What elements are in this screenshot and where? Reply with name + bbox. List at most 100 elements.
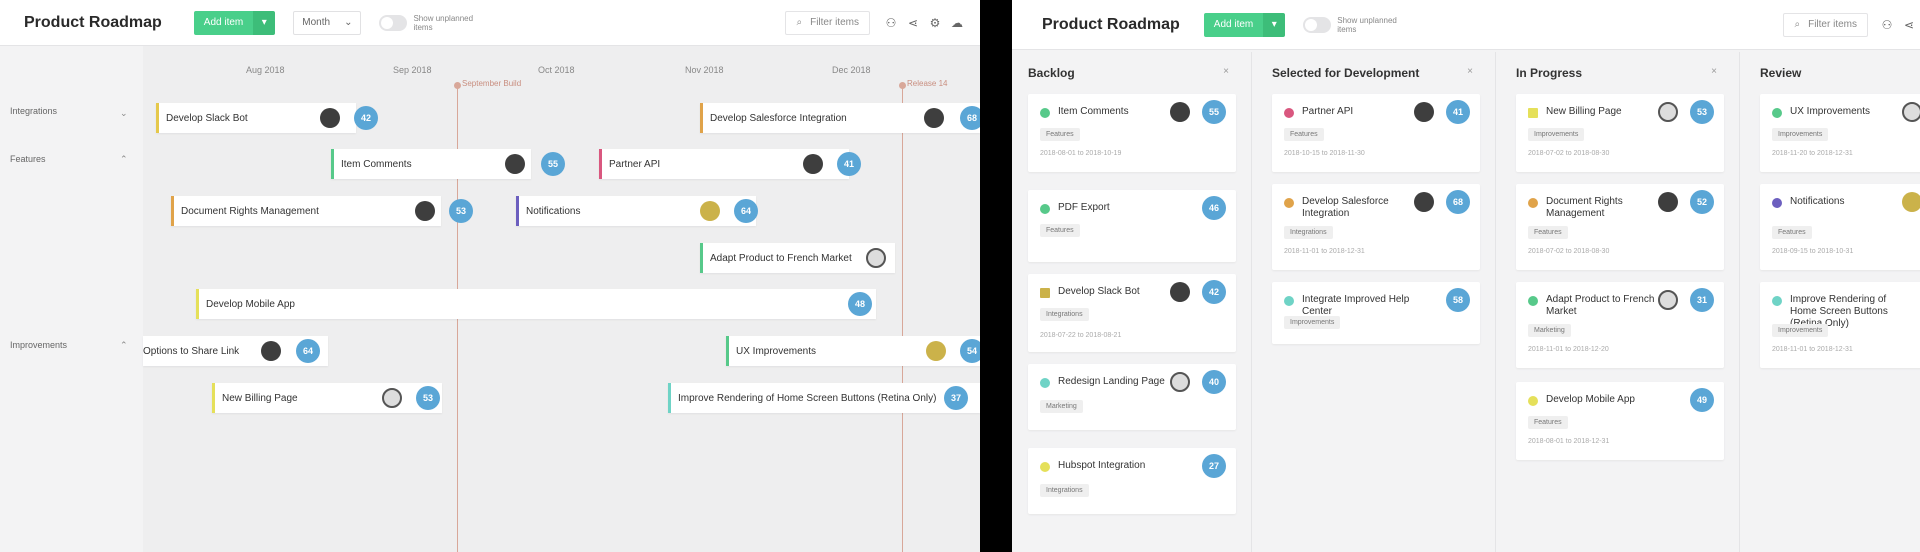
- timeline-card[interactable]: New Billing Page 53: [212, 383, 442, 413]
- board-card[interactable]: Notifications 64 Features 2018-09-15 to …: [1760, 184, 1920, 270]
- column-title: In Progress: [1516, 66, 1583, 80]
- board-card[interactable]: New Billing Page 53 Improvements 2018-07…: [1516, 94, 1724, 172]
- filter-input[interactable]: ⌕ Filter items: [785, 10, 870, 35]
- board-column-selected: Selected for Development × Partner API 4…: [1256, 52, 1496, 552]
- add-item-button[interactable]: Add item ▾: [1203, 12, 1286, 37]
- users-icon[interactable]: ⚇: [1876, 14, 1898, 36]
- item-number-badge: 55: [1202, 100, 1226, 124]
- board-toolbar: Product Roadmap Add item ▾ Show unplanne…: [1012, 0, 1920, 50]
- view-select[interactable]: Month ⌄: [293, 10, 362, 35]
- chevron-down-icon[interactable]: ⌄: [120, 108, 128, 119]
- share-icon[interactable]: ⋖: [1898, 14, 1920, 36]
- timeline-card[interactable]: Options to Share Link 64: [143, 336, 328, 366]
- card-title: Improve Rendering of Home Screen Buttons…: [678, 392, 937, 404]
- month-label: Oct 2018: [538, 65, 575, 75]
- board-card[interactable]: Partner API 41 Features 2018-10-15 to 20…: [1272, 94, 1480, 172]
- card-color-stripe: [700, 243, 703, 273]
- item-number-badge: 55: [541, 152, 565, 176]
- avatar: [700, 201, 720, 221]
- timeline-card[interactable]: Develop Slack Bot 42: [156, 103, 378, 133]
- card-tag: Improvements: [1528, 128, 1585, 141]
- board-card[interactable]: Document Rights Management 52 Features 2…: [1516, 184, 1724, 270]
- settings-icon[interactable]: ⚙: [924, 12, 946, 34]
- timeline-card[interactable]: Develop Salesforce Integration 68: [700, 103, 980, 133]
- card-color-dot: [1040, 108, 1050, 118]
- chevron-down-icon[interactable]: ▾: [253, 10, 276, 35]
- app-title: Product Roadmap: [1042, 15, 1180, 33]
- card-tag: Features: [1284, 128, 1324, 141]
- card-dates: 2018-08-01 to 2018-12-31: [1528, 438, 1610, 445]
- card-tag: Integrations: [1284, 226, 1333, 239]
- card-title: PDF Export: [1058, 202, 1110, 213]
- toggle-switch[interactable]: [379, 14, 408, 31]
- toggle-switch[interactable]: [1303, 16, 1332, 33]
- item-number-badge: 49: [1690, 388, 1714, 412]
- board-card[interactable]: Develop Mobile App 49 Features 2018-08-0…: [1516, 382, 1724, 460]
- timeline-card[interactable]: Adapt Product to French Market: [700, 243, 895, 273]
- card-title: Develop Slack Bot: [1058, 286, 1140, 297]
- card-title: New Billing Page: [1546, 106, 1622, 117]
- avatar: [1902, 192, 1920, 212]
- toggle-label: Show unplanned items: [413, 13, 474, 32]
- card-color-dot: [1528, 396, 1538, 406]
- board-column-in-progress: In Progress × New Billing Page 53 Improv…: [1500, 52, 1740, 552]
- avatar: [261, 341, 281, 361]
- board-card[interactable]: Item Comments 55 Features 2018-08-01 to …: [1028, 94, 1236, 172]
- chevron-up-icon[interactable]: ⌃: [120, 154, 128, 165]
- card-title: Options to Share Link: [143, 345, 240, 357]
- board-card[interactable]: PDF Export 46 Features: [1028, 190, 1236, 262]
- card-color-dot: [1528, 296, 1538, 306]
- unplanned-toggle[interactable]: Show unplanned items: [379, 14, 493, 32]
- close-icon[interactable]: ×: [1711, 66, 1717, 77]
- timeline-card[interactable]: Develop Mobile App 48: [196, 289, 876, 319]
- item-number-badge: 53: [449, 199, 473, 223]
- add-item-label[interactable]: Add item: [193, 10, 254, 35]
- item-number-badge: 64: [734, 199, 758, 223]
- card-tag: Features: [1040, 224, 1080, 237]
- close-icon[interactable]: ×: [1223, 66, 1229, 77]
- timeline-card[interactable]: Partner API 41: [599, 149, 861, 179]
- board-card[interactable]: Develop Slack Bot 42 Integrations 2018-0…: [1028, 274, 1236, 352]
- card-tag: Features: [1040, 128, 1080, 141]
- board-card[interactable]: Develop Salesforce Integration 68 Integr…: [1272, 184, 1480, 270]
- cloud-icon[interactable]: ☁: [946, 12, 968, 34]
- add-item-label[interactable]: Add item: [1203, 12, 1264, 37]
- add-item-button[interactable]: Add item ▾: [193, 10, 276, 35]
- card-color-dot: [1772, 198, 1782, 208]
- card-title: Develop Salesforce Integration: [710, 112, 847, 124]
- board-card[interactable]: Adapt Product to French Market 31 Market…: [1516, 282, 1724, 368]
- item-number-badge: 48: [848, 292, 872, 316]
- chevron-up-icon[interactable]: ⌃: [120, 340, 128, 351]
- timeline-card[interactable]: Improve Rendering of Home Screen Buttons…: [668, 383, 980, 413]
- card-color-dot: [1528, 198, 1538, 208]
- chevron-down-icon[interactable]: ▾: [1263, 12, 1286, 37]
- share-icon[interactable]: ⋖: [902, 12, 924, 34]
- card-title: Hubspot Integration: [1058, 460, 1146, 471]
- timeline-card[interactable]: Document Rights Management 53: [171, 196, 473, 226]
- timeline-card[interactable]: Notifications 64: [516, 196, 758, 226]
- card-title: Develop Mobile App: [1546, 394, 1635, 405]
- board-card[interactable]: Integrate Improved Help Center 58 Improv…: [1272, 282, 1480, 344]
- avatar: [803, 154, 823, 174]
- card-color-stripe: [212, 383, 215, 413]
- board-card[interactable]: Improve Rendering of Home Screen Buttons…: [1760, 282, 1920, 368]
- item-number-badge: 68: [960, 106, 980, 130]
- avatar: [1658, 192, 1678, 212]
- timeline-card[interactable]: Item Comments 55: [331, 149, 565, 179]
- unplanned-toggle[interactable]: Show unplanned items: [1303, 16, 1417, 34]
- card-color-stripe: [156, 103, 159, 133]
- timeline-card[interactable]: UX Improvements 54: [726, 336, 980, 366]
- item-number-badge: 53: [1690, 100, 1714, 124]
- card-tag: Marketing: [1040, 400, 1083, 413]
- board-card[interactable]: Redesign Landing Page 40 Marketing: [1028, 364, 1236, 430]
- board-card[interactable]: UX Improvements 54 Improvements 2018-11-…: [1760, 94, 1920, 172]
- card-color-stripe: [700, 103, 703, 133]
- toggle-label: Show unplanned items: [1337, 15, 1397, 34]
- avatar: [1170, 372, 1190, 392]
- card-title: Develop Salesforce Integration: [1302, 196, 1389, 219]
- close-icon[interactable]: ×: [1467, 66, 1473, 77]
- filter-input[interactable]: ⌕ Filter items: [1783, 12, 1868, 37]
- card-title: UX Improvements: [736, 345, 817, 357]
- users-icon[interactable]: ⚇: [880, 12, 902, 34]
- board-card[interactable]: Hubspot Integration 27 Integrations: [1028, 448, 1236, 514]
